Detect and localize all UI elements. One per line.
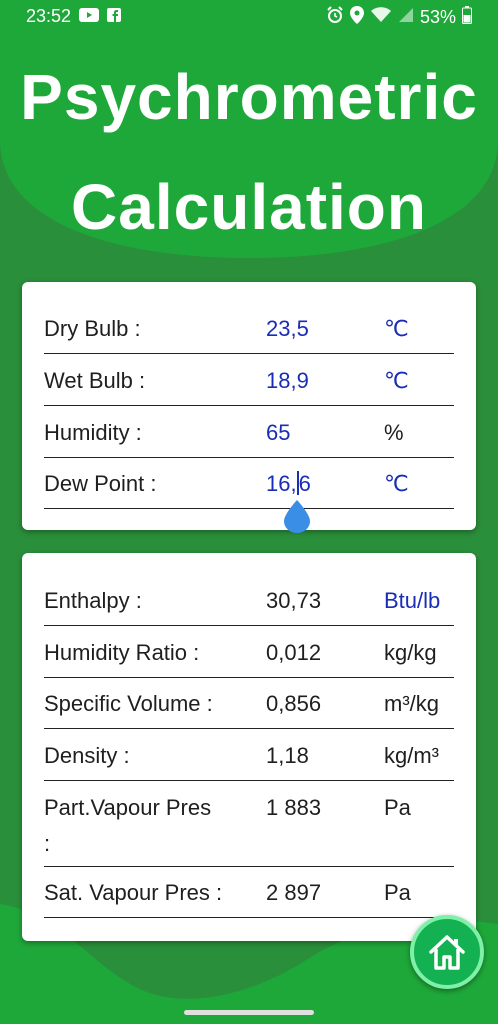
specific-volume-row: Specific Volume : 0,856 m³/kg (44, 679, 454, 729)
alarm-icon (326, 6, 344, 29)
dew-point-label: Dew Point : (44, 471, 157, 496)
density-label: Density : (44, 743, 130, 768)
sat-vapour-pres-row: Sat. Vapour Pres : 2 897 Pa (44, 868, 454, 918)
humidity-unit: % (384, 420, 404, 445)
wet-bulb-row: Wet Bulb : 18,9 ℃ (44, 355, 454, 406)
dew-point-value-after-cursor: 6 (298, 471, 311, 496)
cursor-handle-icon[interactable] (282, 500, 312, 534)
signal-icon (398, 7, 414, 28)
dry-bulb-label: Dry Bulb : (44, 316, 141, 341)
humidity-ratio-row: Humidity Ratio : 0,012 kg/kg (44, 627, 454, 678)
enthalpy-value: 30,73 (266, 588, 322, 613)
wet-bulb-input[interactable]: 18,9 (266, 368, 309, 394)
specific-volume-value: 0,856 (266, 691, 322, 716)
dew-point-input[interactable]: 16, 6 (266, 471, 311, 497)
battery-icon (462, 6, 472, 29)
enthalpy-label: Enthalpy : (44, 588, 142, 613)
specific-volume-label: Specific Volume : (44, 691, 213, 716)
home-button[interactable] (410, 915, 484, 989)
dry-bulb-row: Dry Bulb : 23,5 ℃ (44, 304, 454, 354)
wet-bulb-label: Wet Bulb : (44, 368, 146, 393)
enthalpy-unit-toggle[interactable]: Btu/lb (384, 588, 440, 614)
part-vapour-pres-label-colon: : (44, 831, 51, 856)
humidity-label: Humidity : (44, 420, 142, 445)
specific-volume-unit: m³/kg (384, 691, 439, 716)
humidity-ratio-label: Humidity Ratio : (44, 640, 200, 665)
text-cursor (296, 471, 299, 495)
density-value: 1,18 (266, 743, 309, 768)
header: Psychrometric Calculation (0, 0, 498, 262)
part-vapour-pres-row: Part.Vapour Pres : 1 883 Pa (44, 782, 454, 867)
wifi-icon (370, 7, 392, 28)
dew-point-row: Dew Point : 16, 6 ℃ (44, 459, 454, 509)
dew-point-unit: ℃ (384, 471, 409, 496)
dry-bulb-input[interactable]: 23,5 (266, 316, 309, 342)
page-title-line-1: Psychrometric (20, 61, 478, 133)
humidity-ratio-unit: kg/kg (384, 640, 437, 665)
battery-percent: 53% (419, 7, 456, 27)
facebook-icon (107, 6, 122, 27)
wet-bulb-unit: ℃ (384, 368, 409, 393)
density-row: Density : 1,18 kg/m³ (44, 730, 454, 781)
humidity-input[interactable]: 65 (266, 420, 290, 446)
humidity-ratio-value: 0,012 (266, 640, 322, 665)
youtube-icon (79, 6, 100, 27)
dry-bulb-unit: ℃ (384, 316, 409, 341)
enthalpy-row: Enthalpy : 30,73 Btu/lb (44, 575, 454, 626)
status-bar: 23:52 53% (0, 0, 498, 34)
sat-vapour-pres-value: 2 897 (266, 880, 322, 905)
part-vapour-pres-value: 1 883 (266, 795, 322, 820)
sat-vapour-pres-label: Sat. Vapour Pres : (44, 880, 223, 905)
status-time: 23:52 (26, 6, 72, 26)
page-title-line-2: Calculation (71, 171, 427, 243)
home-icon (429, 935, 465, 970)
density-unit: kg/m³ (384, 743, 439, 768)
sat-vapour-pres-unit: Pa (384, 880, 411, 905)
navigation-gesture-bar[interactable] (184, 1010, 314, 1015)
results-card: Enthalpy : 30,73 Btu/lb Humidity Ratio :… (22, 553, 476, 941)
part-vapour-pres-label: Part.Vapour Pres (44, 795, 212, 820)
location-icon (349, 6, 364, 29)
dew-point-value-before-cursor: 16, (266, 471, 297, 496)
input-card: Dry Bulb : 23,5 ℃ Wet Bulb : 18,9 ℃ Humi… (22, 282, 476, 533)
part-vapour-pres-unit: Pa (384, 795, 411, 820)
humidity-row: Humidity : 65 % (44, 407, 454, 458)
